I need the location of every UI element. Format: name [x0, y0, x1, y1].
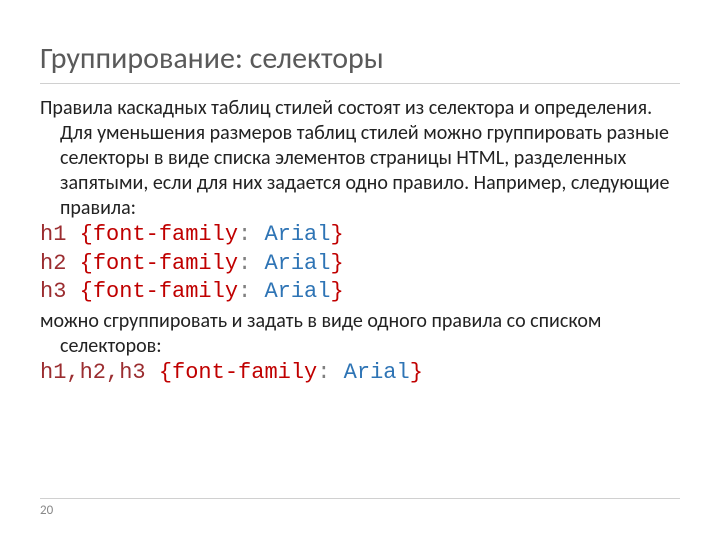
slide-footer: 20	[40, 498, 680, 518]
code-line-2: h2 {font-family: Arial}	[40, 250, 680, 279]
code-brace: }	[410, 360, 423, 385]
code-selector: h1	[40, 222, 66, 247]
code-line-3: h3 {font-family: Arial}	[40, 278, 680, 307]
slide-body: Правила каскадных таблиц стилей состоят …	[40, 96, 680, 387]
code-brace: {	[66, 222, 92, 247]
slide-title: Группирование: селекторы	[40, 40, 680, 84]
code-property: font-family	[93, 251, 238, 276]
code-property: font-family	[93, 279, 238, 304]
code-selector: h1,h2,h3	[40, 360, 146, 385]
code-value: Arial	[330, 360, 409, 385]
code-brace: {	[66, 279, 92, 304]
code-brace: }	[330, 279, 343, 304]
paragraph-1: Правила каскадных таблиц стилей состоят …	[60, 96, 680, 221]
code-brace: }	[330, 222, 343, 247]
code-colon: :	[317, 360, 330, 385]
code-colon: :	[238, 279, 251, 304]
page-number: 20	[40, 503, 53, 518]
code-line-4: h1,h2,h3 {font-family: Arial}	[40, 359, 680, 388]
code-colon: :	[238, 222, 251, 247]
code-brace: {	[146, 360, 172, 385]
code-selector: h3	[40, 279, 66, 304]
paragraph-2: можно сгруппировать и задать в виде одно…	[60, 309, 680, 359]
code-line-1: h1 {font-family: Arial}	[40, 221, 680, 250]
code-colon: :	[238, 251, 251, 276]
code-selector: h2	[40, 251, 66, 276]
code-brace: {	[66, 251, 92, 276]
code-value: Arial	[251, 279, 330, 304]
slide: Группирование: селекторы Правила каскадн…	[0, 0, 720, 540]
code-brace: }	[330, 251, 343, 276]
code-property: font-family	[172, 360, 317, 385]
code-property: font-family	[93, 222, 238, 247]
code-value: Arial	[251, 222, 330, 247]
code-value: Arial	[251, 251, 330, 276]
